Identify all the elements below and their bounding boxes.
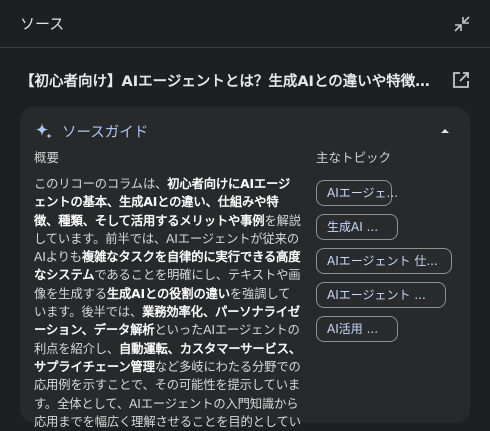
summary-text: このリコーのコラムは、初心者向けにAIエージェントの基本、生成AIとの違い、仕組… <box>34 175 302 431</box>
source-guide-title: ソースガイド <box>62 124 149 141</box>
summary-section: 概要 このリコーのコラムは、初心者向けにAIエージェントの基本、生成AIとの違い… <box>34 147 302 431</box>
panel-header: ソース <box>0 0 490 48</box>
topic-chip[interactable]: AI活用 ... <box>316 316 398 342</box>
topic-chip[interactable]: AIエージェ... <box>316 180 398 206</box>
topic-chip[interactable]: AIエージェント 仕... <box>316 248 452 274</box>
source-guide-card: ソースガイド 概要 このリコーのコラムは、初心者向けにAIエージェントの基本、生… <box>20 107 470 429</box>
summary-segment: このリコーのコラムは、 <box>34 177 168 191</box>
topic-chip[interactable]: 生成AI ... <box>316 214 398 240</box>
topic-chip-list: AIエージェ... 生成AI ... AIエージェント 仕... AIエージェン… <box>316 180 456 342</box>
collapse-icon <box>454 15 470 32</box>
source-title-row: 【初心者向け】AIエージェントとは？生成AIとの違いや特徴、活用... <box>0 52 490 108</box>
sources-panel: ソース 【初心者向け】AIエージェントとは？生成AIとの違いや特徴、活用... <box>0 0 490 431</box>
topics-heading: 主なトピック <box>316 150 392 165</box>
source-guide-header[interactable]: ソースガイド <box>34 115 456 147</box>
sparkle-icon <box>35 123 52 139</box>
panel-title: ソース <box>20 15 65 33</box>
chevron-up-icon[interactable] <box>438 124 452 138</box>
source-title: 【初心者向け】AIエージェントとは？生成AIとの違いや特徴、活用... <box>20 73 440 90</box>
collapse-panel-button[interactable] <box>450 12 474 36</box>
summary-heading: 概要 <box>34 150 60 165</box>
topics-section: 主なトピック AIエージェ... 生成AI ... AIエージェント 仕... … <box>316 147 456 431</box>
topic-chip[interactable]: AIエージェント ... <box>316 282 446 308</box>
open-in-new-icon <box>453 72 469 88</box>
open-source-button[interactable] <box>450 69 472 91</box>
summary-highlight: 生成AIとの役割の違い <box>106 286 230 301</box>
